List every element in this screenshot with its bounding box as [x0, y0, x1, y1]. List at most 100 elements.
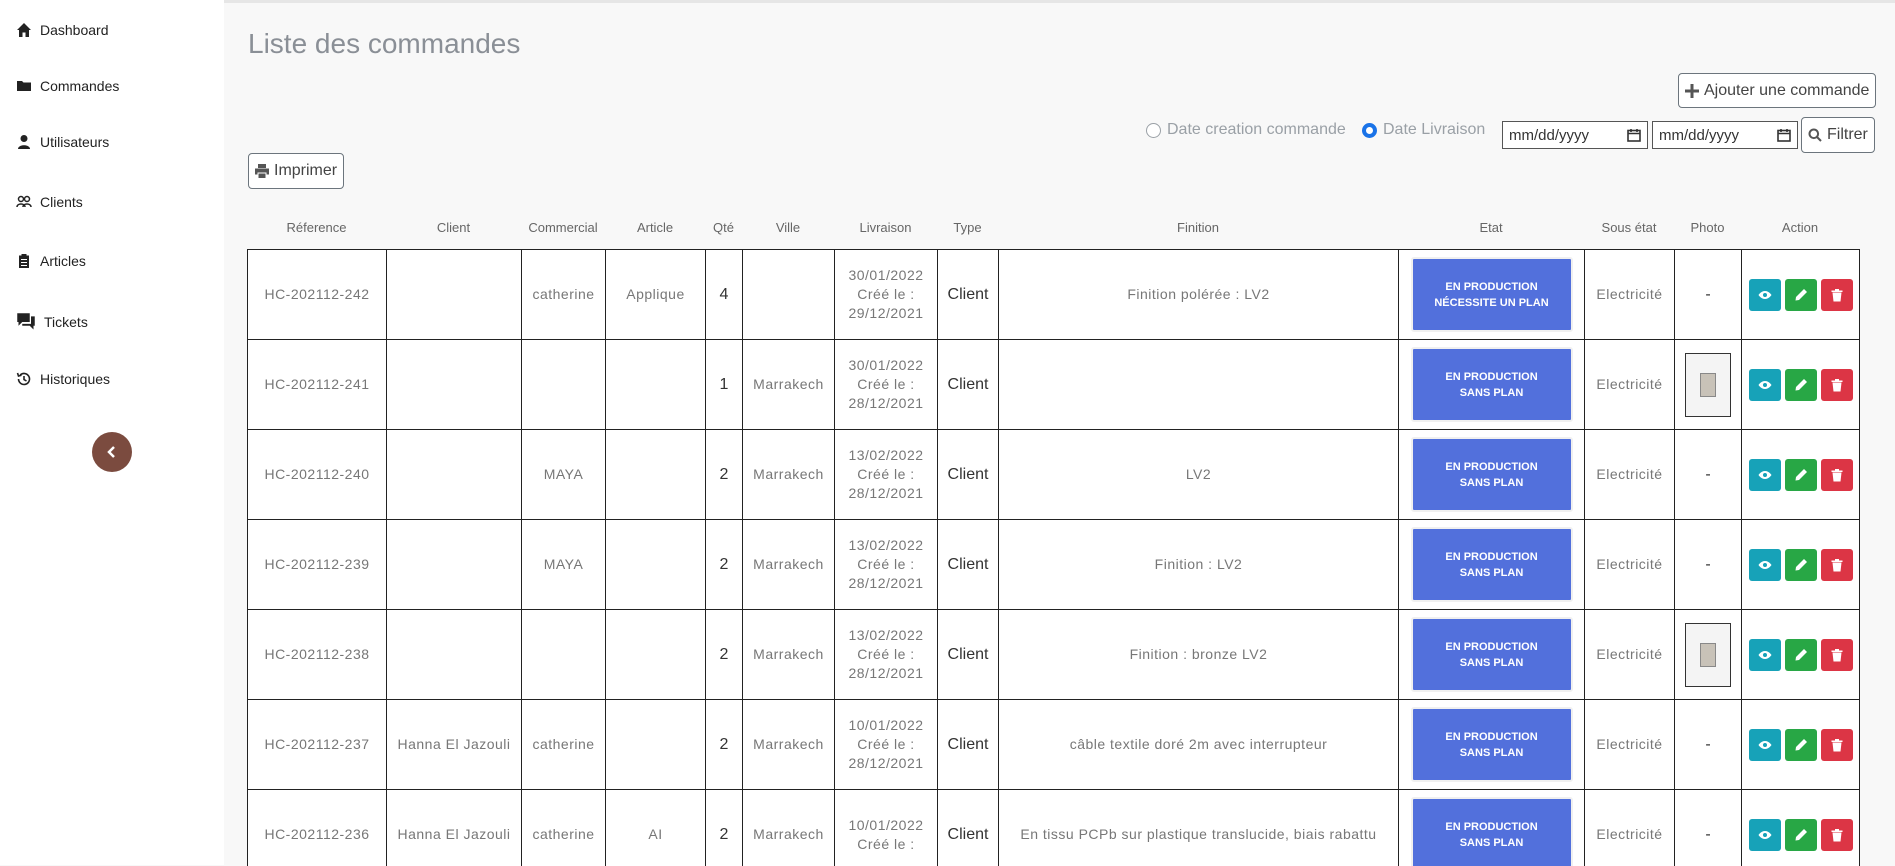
edit-button[interactable]: [1784, 548, 1817, 581]
sidebar-item-clients[interactable]: Clients: [16, 194, 83, 210]
date-from-input[interactable]: mm/dd/yyyy: [1502, 121, 1648, 149]
cell-etat: EN PRODUCTION SANS PLAN: [1399, 790, 1585, 866]
row-actions: [1748, 278, 1853, 311]
cell-type: Client: [938, 700, 999, 789]
cell-type: Client: [938, 520, 999, 609]
cell-type: Client: [938, 250, 999, 339]
view-button[interactable]: [1748, 278, 1781, 311]
view-button[interactable]: [1748, 818, 1781, 851]
date-to-placeholder: mm/dd/yyyy: [1659, 126, 1740, 144]
sidebar-item-label: Dashboard: [40, 22, 109, 38]
cell-finition: [999, 340, 1399, 429]
filter-button[interactable]: Filtrer: [1801, 117, 1875, 153]
print-label: Imprimer: [274, 162, 338, 179]
status-badge[interactable]: EN PRODUCTION SANS PLAN: [1410, 437, 1573, 512]
table-row: HC-202112-237 Hanna El Jazouli catherine 2 M…: [248, 700, 1860, 790]
view-button[interactable]: [1748, 638, 1781, 671]
status-badge[interactable]: EN PRODUCTION SANS PLAN: [1410, 797, 1573, 866]
date-from-placeholder: mm/dd/yyyy: [1509, 126, 1590, 144]
cell-photo: [1675, 340, 1742, 429]
search-icon: [1808, 128, 1822, 142]
add-order-button[interactable]: Ajouter une commande: [1678, 73, 1877, 108]
edit-button[interactable]: [1784, 638, 1817, 671]
pencil-icon: [1795, 828, 1807, 840]
cell-photo: -: [1675, 430, 1742, 519]
cell-action: [1742, 340, 1860, 429]
print-button[interactable]: Imprimer: [248, 153, 345, 189]
status-badge[interactable]: EN PRODUCTION SANS PLAN: [1410, 617, 1573, 692]
edit-button[interactable]: [1784, 368, 1817, 401]
cell-photo: -: [1675, 250, 1742, 339]
photo-thumbnail[interactable]: [1685, 622, 1731, 687]
pencil-icon: [1795, 378, 1807, 390]
row-actions: [1748, 818, 1853, 851]
eye-icon: [1758, 470, 1771, 479]
cell-etat: EN PRODUCTION SANS PLAN: [1399, 610, 1585, 699]
pencil-icon: [1795, 738, 1807, 750]
radio-label: Date creation commande: [1167, 121, 1346, 138]
date-to-input[interactable]: mm/dd/yyyy: [1652, 121, 1798, 149]
delete-button[interactable]: [1820, 368, 1853, 401]
col-finition: Finition: [1177, 220, 1219, 235]
cell-livraison: 30/01/2022 Créé le : 28/12/2021: [835, 340, 938, 429]
cell-client: [387, 430, 522, 519]
table-row: HC-202112-239 MAYA 2 Marrakech 13/02/2022 Cré…: [248, 520, 1860, 610]
cell-commercial: catherine: [522, 700, 606, 789]
cell-ref: HC-202112-240: [248, 430, 387, 519]
cell-qte: 1: [706, 340, 743, 429]
cell-sous-etat: Electricité: [1585, 790, 1675, 866]
cell-qte: 2: [706, 520, 743, 609]
view-button[interactable]: [1748, 548, 1781, 581]
edit-button[interactable]: [1784, 458, 1817, 491]
sidebar-item-commandes[interactable]: Commandes: [16, 78, 119, 94]
col-etat: Etat: [1479, 220, 1503, 235]
radio-date-creation[interactable]: Date creation commande: [1146, 121, 1346, 139]
status-badge[interactable]: EN PRODUCTION SANS PLAN: [1410, 347, 1573, 422]
radio-date-livraison[interactable]: Date Livraison: [1362, 121, 1485, 139]
edit-button[interactable]: [1784, 818, 1817, 851]
eye-icon: [1758, 380, 1771, 389]
livraison-line: 29/12/2021: [848, 305, 924, 321]
status-badge[interactable]: EN PRODUCTION SANS PLAN: [1410, 527, 1573, 602]
sidebar-item-label: Commandes: [40, 78, 120, 94]
delete-button[interactable]: [1820, 728, 1853, 761]
sidebar-item-historiques[interactable]: Historiques: [16, 371, 110, 387]
pencil-icon: [1795, 288, 1807, 300]
cell-commercial: MAYA: [522, 520, 606, 609]
delete-button[interactable]: [1820, 458, 1853, 491]
delete-button[interactable]: [1820, 548, 1853, 581]
view-button[interactable]: [1748, 728, 1781, 761]
calendar-icon: [1777, 129, 1791, 142]
status-line: EN PRODUCTION: [1445, 550, 1538, 563]
plus-icon: [1685, 83, 1699, 98]
delete-button[interactable]: [1820, 638, 1853, 671]
cell-commercial: [522, 340, 606, 429]
cell-etat: EN PRODUCTION SANS PLAN: [1399, 340, 1585, 429]
delete-button[interactable]: [1820, 278, 1853, 311]
view-button[interactable]: [1748, 368, 1781, 401]
livraison-line: Créé le :: [857, 736, 915, 752]
sidebar-item-utilisateurs[interactable]: Utilisateurs: [16, 134, 109, 150]
livraison-line: Créé le :: [857, 376, 915, 392]
sidebar-item-label: Historiques: [40, 371, 111, 387]
cell-client: [387, 610, 522, 699]
cell-commercial: catherine: [522, 250, 606, 339]
sidebar-collapse-button[interactable]: [92, 432, 132, 472]
status-badge[interactable]: EN PRODUCTION NÉCESSITE UN PLAN: [1410, 257, 1573, 332]
sidebar-item-tickets[interactable]: Tickets: [16, 312, 88, 332]
cell-client: [387, 340, 522, 429]
status-line: SANS PLAN: [1459, 386, 1524, 399]
trash-icon: [1831, 738, 1842, 751]
sidebar-item-articles[interactable]: Articles: [16, 253, 86, 269]
delete-button[interactable]: [1820, 818, 1853, 851]
status-badge[interactable]: EN PRODUCTION SANS PLAN: [1410, 707, 1573, 782]
edit-button[interactable]: [1784, 278, 1817, 311]
view-button[interactable]: [1748, 458, 1781, 491]
users-icon: [16, 195, 32, 208]
cell-action: [1742, 430, 1860, 519]
sidebar-item-dashboard[interactable]: Dashboard: [16, 22, 109, 38]
edit-button[interactable]: [1784, 728, 1817, 761]
livraison-line: Créé le :: [857, 646, 915, 662]
photo-thumbnail[interactable]: [1685, 352, 1731, 417]
row-actions: [1748, 548, 1853, 581]
